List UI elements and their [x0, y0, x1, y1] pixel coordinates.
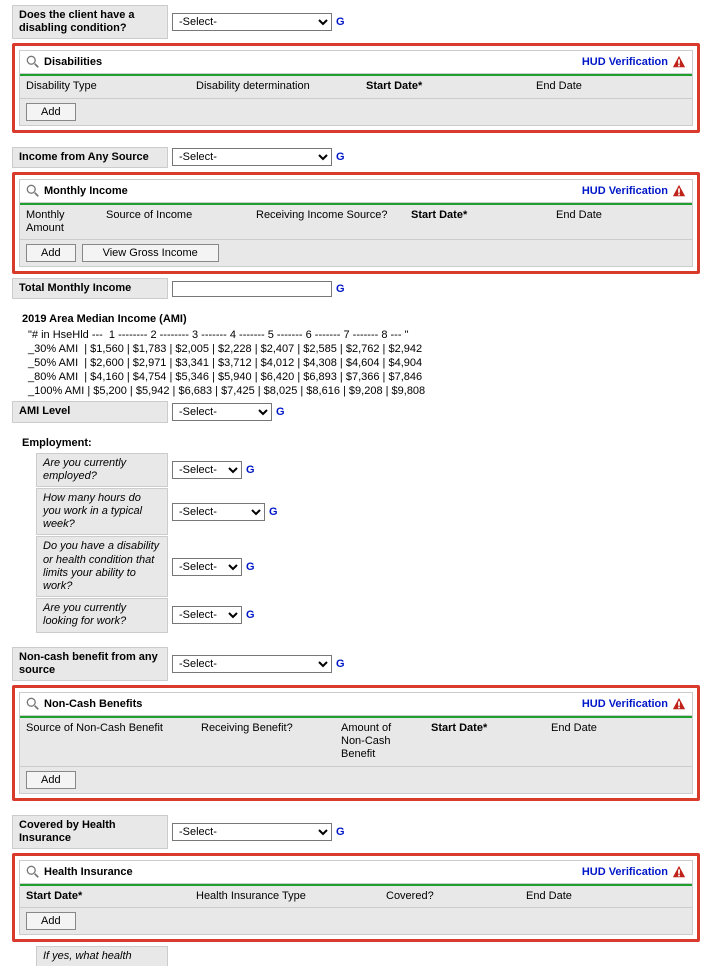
- warning-icon: [672, 55, 686, 69]
- currently-employed-label: Are you currently employed?: [36, 453, 168, 487]
- search-icon[interactable]: [26, 865, 40, 879]
- ami-row-100: _100% AMI | $5,200 | $5,942 | $6,683 | $…: [28, 385, 700, 397]
- noncash-benefit-label: Non-cash benefit from any source: [12, 647, 168, 681]
- hours-per-week-select[interactable]: -Select-: [172, 503, 265, 521]
- disabilities-title: Disabilities: [44, 56, 582, 68]
- disabilities-box: Disabilities HUD Verification Disability…: [12, 43, 700, 132]
- noncash-add-button[interactable]: Add: [26, 771, 76, 789]
- noncash-hud-verification-link[interactable]: HUD Verification: [582, 697, 686, 711]
- noncash-benefit-select[interactable]: -Select-: [172, 655, 332, 673]
- search-icon[interactable]: [26, 697, 40, 711]
- noncash-box: Non-Cash Benefits HUD Verification Sourc…: [12, 685, 700, 801]
- warning-icon: [672, 184, 686, 198]
- search-icon[interactable]: [26, 184, 40, 198]
- disability-limits-work-label: Do you have a disability or health condi…: [36, 536, 168, 597]
- disabling-condition-label: Does the client have a disabling conditi…: [12, 5, 168, 39]
- disabilities-columns: Disability Type Disability determination…: [20, 76, 692, 98]
- income-any-source-g-link[interactable]: G: [336, 151, 345, 163]
- ami-heading: 2019 Area Median Income (AMI): [22, 313, 700, 325]
- if-yes-health-label: If yes, what health: [36, 946, 168, 966]
- income-any-source-select[interactable]: -Select-: [172, 148, 332, 166]
- warning-icon: [672, 697, 686, 711]
- disabilities-hud-verification-link[interactable]: HUD Verification: [582, 55, 686, 69]
- disabilities-add-button[interactable]: Add: [26, 103, 76, 121]
- ami-level-g-link[interactable]: G: [276, 406, 285, 418]
- monthly-income-hud-verification-link[interactable]: HUD Verification: [582, 184, 686, 198]
- looking-for-work-select[interactable]: -Select-: [172, 606, 242, 624]
- noncash-columns: Source of Non-Cash Benefit Receiving Ben…: [20, 718, 692, 767]
- noncash-title: Non-Cash Benefits: [44, 698, 582, 710]
- looking-for-work-label: Are you currently looking for work?: [36, 598, 168, 632]
- total-monthly-income-input[interactable]: [172, 281, 332, 297]
- ami-header-line: "# in HseHld --- 1 -------- 2 -------- 3…: [28, 329, 700, 341]
- total-monthly-income-label: Total Monthly Income: [12, 278, 168, 299]
- monthly-income-columns: Monthly Amount Source of Income Receivin…: [20, 205, 692, 240]
- looking-for-work-g-link[interactable]: G: [246, 609, 255, 621]
- hours-per-week-g-link[interactable]: G: [269, 506, 278, 518]
- ami-row-30: _30% AMI | $1,560 | $1,783 | $2,005 | $2…: [28, 343, 700, 355]
- total-monthly-income-g-link[interactable]: G: [336, 283, 345, 295]
- disabling-condition-g-link[interactable]: G: [336, 16, 345, 28]
- disability-limits-work-select[interactable]: -Select-: [172, 558, 242, 576]
- monthly-income-box: Monthly Income HUD Verification Monthly …: [12, 172, 700, 274]
- monthly-income-add-button[interactable]: Add: [26, 244, 76, 262]
- noncash-benefit-g-link[interactable]: G: [336, 658, 345, 670]
- ami-level-label: AMI Level: [12, 401, 168, 422]
- view-gross-income-button[interactable]: View Gross Income: [82, 244, 219, 262]
- ami-level-select[interactable]: -Select-: [172, 403, 272, 421]
- currently-employed-g-link[interactable]: G: [246, 464, 255, 476]
- health-insurance-box: Health Insurance HUD Verification Start …: [12, 853, 700, 942]
- disability-limits-work-g-link[interactable]: G: [246, 561, 255, 573]
- search-icon[interactable]: [26, 55, 40, 69]
- warning-icon: [672, 865, 686, 879]
- health-insurance-title: Health Insurance: [44, 866, 582, 878]
- monthly-income-title: Monthly Income: [44, 185, 582, 197]
- income-any-source-label: Income from Any Source: [12, 147, 168, 168]
- covered-hi-select[interactable]: -Select-: [172, 823, 332, 841]
- hours-per-week-label: How many hours do you work in a typical …: [36, 488, 168, 536]
- currently-employed-select[interactable]: -Select-: [172, 461, 242, 479]
- ami-row-50: _50% AMI | $2,600 | $2,971 | $3,341 | $3…: [28, 357, 700, 369]
- ami-row-80: _80% AMI | $4,160 | $4,754 | $5,346 | $5…: [28, 371, 700, 383]
- covered-hi-label: Covered by Health Insurance: [12, 815, 168, 849]
- disabling-condition-select[interactable]: -Select-: [172, 13, 332, 31]
- health-insurance-hud-verification-link[interactable]: HUD Verification: [582, 865, 686, 879]
- covered-hi-g-link[interactable]: G: [336, 826, 345, 838]
- health-insurance-add-button[interactable]: Add: [26, 912, 76, 930]
- employment-heading: Employment:: [22, 437, 700, 449]
- health-insurance-columns: Start Date* Health Insurance Type Covere…: [20, 886, 692, 908]
